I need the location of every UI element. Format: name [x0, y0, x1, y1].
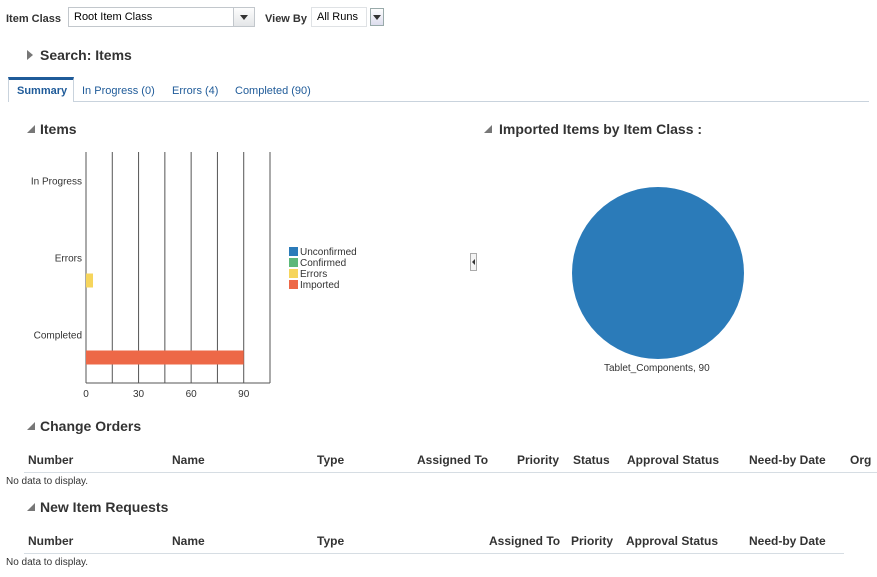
change-orders-title: Change Orders [40, 418, 142, 434]
column-header[interactable]: Priority [517, 453, 559, 467]
tab-divider [74, 101, 869, 102]
view-by-select[interactable]: All Runs [311, 7, 367, 27]
column-header[interactable]: Assigned To [417, 453, 488, 467]
items-title: Items [40, 121, 77, 137]
imported-items-pie-chart [572, 187, 744, 359]
chevron-down-icon[interactable] [233, 8, 254, 26]
y-category-label: In Progress [31, 177, 82, 188]
view-by-value: All Runs [317, 11, 358, 23]
column-header[interactable]: Type [317, 453, 344, 467]
legend-item: Unconfirmed [289, 247, 357, 258]
tab-completed[interactable]: Completed (90) [235, 85, 311, 97]
legend-item: Imported [289, 280, 339, 291]
column-header[interactable]: Approval Status [626, 534, 718, 548]
y-category-label: Completed [34, 331, 82, 342]
column-header[interactable]: Need-by Date [749, 534, 826, 548]
collapse-icon[interactable] [27, 503, 35, 511]
column-header[interactable]: Number [28, 534, 73, 548]
pie-slice [572, 187, 744, 359]
table-divider [24, 553, 844, 554]
collapse-icon[interactable] [27, 422, 35, 430]
expand-icon[interactable] [27, 50, 33, 60]
collapse-icon[interactable] [27, 125, 35, 133]
pie-title: Imported Items by Item Class : [499, 121, 703, 137]
x-tick-label: 90 [238, 389, 250, 400]
column-header[interactable]: Assigned To [489, 534, 560, 548]
column-header[interactable]: Status [573, 453, 610, 467]
empty-message: No data to display. [6, 476, 89, 487]
tab-errors[interactable]: Errors (4) [172, 85, 218, 97]
item-class-value: Root Item Class [74, 11, 153, 23]
column-header[interactable]: Name [172, 453, 205, 467]
splitter-handle[interactable] [470, 253, 477, 271]
y-category-label: Errors [55, 254, 82, 265]
column-header[interactable]: Org [850, 453, 871, 467]
item-class-label: Item Class [6, 13, 62, 25]
legend-item: Errors [289, 269, 327, 280]
column-header[interactable]: Number [28, 453, 73, 467]
bar [86, 350, 244, 365]
x-tick-label: 60 [186, 389, 198, 400]
x-tick-label: 30 [133, 389, 145, 400]
view-by-dropdown-icon[interactable] [370, 8, 384, 26]
new-item-requests-title: New Item Requests [40, 499, 169, 515]
column-header[interactable]: Type [317, 534, 344, 548]
search-title[interactable]: Search: Items [40, 47, 132, 63]
table-divider [24, 472, 877, 473]
column-header[interactable]: Priority [571, 534, 613, 548]
view-by-label: View By [265, 13, 307, 25]
x-tick-label: 0 [83, 389, 89, 400]
column-header[interactable]: Approval Status [627, 453, 719, 467]
item-class-select[interactable]: Root Item Class [68, 7, 255, 27]
column-header[interactable]: Need-by Date [749, 453, 826, 467]
collapse-left-icon [472, 259, 475, 265]
empty-message: No data to display. [6, 557, 89, 568]
column-header[interactable]: Name [172, 534, 205, 548]
tab-in-progress[interactable]: In Progress (0) [82, 85, 155, 97]
bar [86, 273, 94, 288]
pie-slice-label: Tablet_Components, 90 [604, 363, 710, 374]
collapse-icon[interactable] [484, 125, 492, 133]
legend-item: Confirmed [289, 258, 346, 269]
tab-summary[interactable]: Summary [17, 85, 67, 97]
